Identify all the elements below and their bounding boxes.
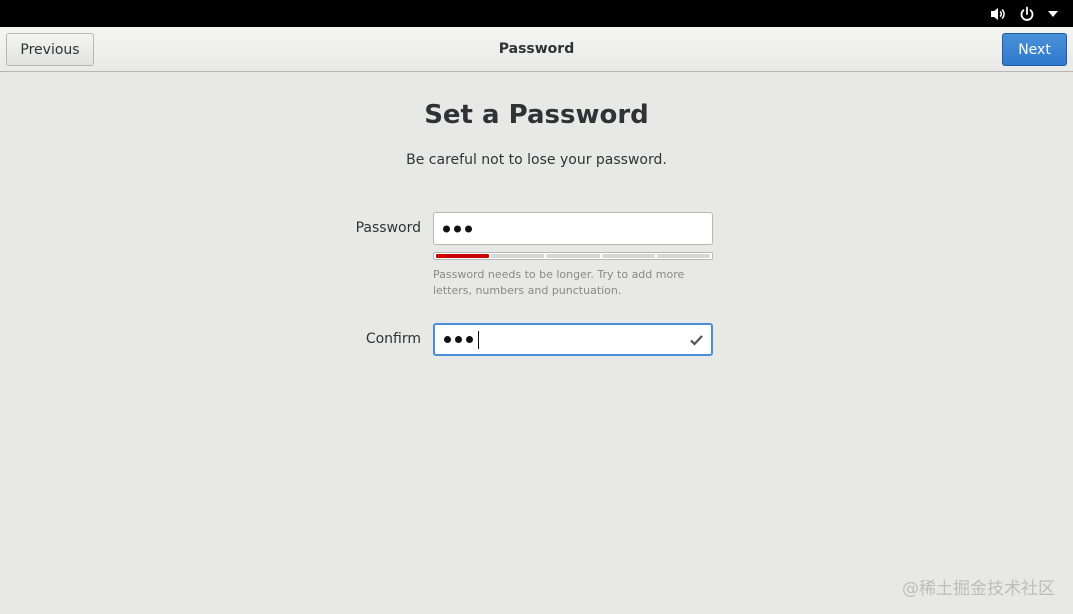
strength-segment [436,254,490,258]
confirm-field[interactable] [433,323,713,356]
password-masked-value [443,225,472,232]
system-status-area[interactable] [989,4,1059,23]
password-strength-meter [433,252,713,260]
password-field[interactable] [433,212,713,245]
checkmark-icon [690,330,703,349]
watermark: @稀土掘金技术社区 [902,579,1055,599]
text-cursor [478,330,479,349]
volume-icon[interactable] [989,6,1007,22]
strength-segment [491,254,545,258]
menu-arrow-icon[interactable] [1047,10,1059,18]
confirm-masked-value [444,330,479,349]
power-icon[interactable] [1019,6,1035,22]
page-title: Set a Password [424,100,649,130]
next-button[interactable]: Next [1002,33,1067,66]
strength-segment [546,254,600,258]
header-bar: Previous Password Next [0,27,1073,72]
confirm-label: Confirm [365,331,421,347]
top-bar [0,0,1073,27]
page-subtitle: Be careful not to lose your password. [406,152,667,168]
previous-button[interactable]: Previous [6,33,94,66]
header-title: Password [498,41,575,57]
strength-segment [656,254,711,258]
password-hint: Password needs to be longer. Try to add … [433,268,685,297]
strength-segment [601,254,655,258]
password-label: Password [355,220,421,236]
